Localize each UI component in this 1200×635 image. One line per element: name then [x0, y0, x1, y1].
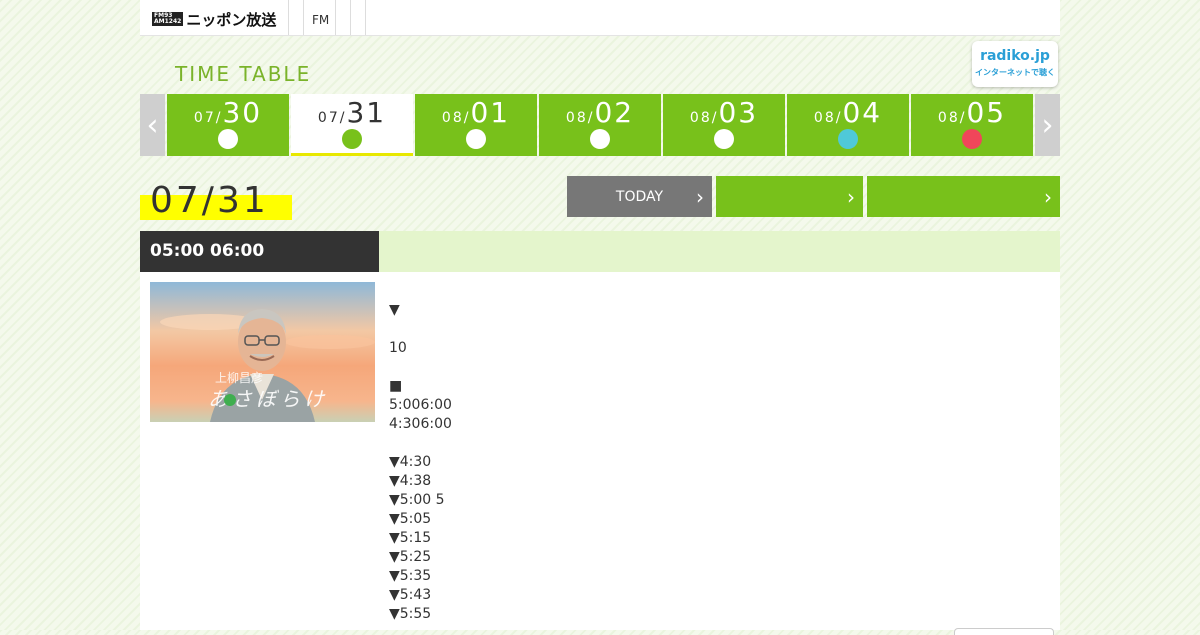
program-line: ▼5:00 5 [389, 492, 445, 508]
today-button[interactable]: TODAY › [567, 176, 712, 217]
chevron-right-icon: › [1044, 185, 1052, 209]
program-line: 4:306:00 [389, 416, 452, 432]
timetable-title: TIME TABLE [175, 62, 312, 86]
date-tab-month: 07/ [193, 110, 223, 126]
date-tab-month: 08/ [441, 110, 471, 126]
date-tab-month: 08/ [565, 110, 595, 126]
program-line: ▼5:55 [389, 606, 432, 622]
date-tab-0805[interactable]: 08/05 [911, 94, 1033, 156]
date-tab-0731[interactable]: 07/31 [291, 94, 413, 156]
program-line: ▼ [389, 302, 400, 318]
date-tab-0804[interactable]: 08/04 [787, 94, 909, 156]
nav-fm-link[interactable]: FM [312, 13, 329, 27]
radiko-subtext: インターネットで聴く [975, 68, 1055, 77]
program-line [389, 358, 1039, 377]
date-tab-dot [218, 129, 238, 149]
program-line: 10 [389, 340, 407, 356]
program-line: 5:006:00 [389, 397, 452, 413]
chevron-left-icon[interactable]: ‹ [140, 94, 165, 156]
program-detail: 上柳昌彦 あさぼらけ ▼ 10 ■ 5:006:00 4:306:00 ▼4:30 ▼4:… [140, 272, 1060, 630]
program-line: ▼5:43 [389, 587, 432, 603]
date-tab-dot [962, 129, 982, 149]
radiko-logo-text: radiko.jp [980, 48, 1050, 64]
date-tab-dot [342, 129, 362, 149]
logo-badge: FM93 AM1242 [152, 12, 184, 26]
program-line: ▼5:35 [389, 568, 432, 584]
program-line: ▼4:38 [389, 473, 432, 489]
radiko-button[interactable]: radiko.jp インターネットで聴く [972, 41, 1058, 87]
next-day-button[interactable]: › [867, 176, 1060, 217]
date-tab-dot [838, 129, 858, 149]
program-image-caption: 上柳昌彦 [215, 370, 263, 385]
date-tab-day: 03 [718, 96, 759, 129]
date-tab-month: 07/ [317, 110, 347, 126]
date-tab-dot [466, 129, 486, 149]
program-image-art: 上柳昌彦 あさぼらけ [150, 282, 375, 422]
prev-day-button[interactable]: › [716, 176, 863, 217]
date-tab-dot [590, 129, 610, 149]
program-line: ▼5:15 [389, 530, 432, 546]
date-tab-month: 08/ [937, 110, 967, 126]
program-line: ▼5:05 [389, 511, 432, 527]
date-tab-day: 05 [966, 96, 1007, 129]
program-line [389, 320, 1039, 339]
header-divider [303, 0, 304, 35]
date-tab-0802[interactable]: 08/02 [539, 94, 661, 156]
date-tab-day: 30 [222, 96, 263, 129]
chevron-right-icon[interactable]: › [1035, 94, 1060, 156]
date-tab-0803[interactable]: 08/03 [663, 94, 785, 156]
program-description: ▼ 10 ■ 5:006:00 4:306:00 ▼4:30 ▼4:38 ▼5:00 5 ▼5… [389, 272, 1039, 624]
header-divider [335, 0, 336, 35]
program-line: ■ [389, 378, 403, 394]
date-tab-dot [714, 129, 734, 149]
program-line: ▼5:25 [389, 549, 432, 565]
time-slot-label: 05:00 06:00 [140, 231, 379, 272]
page-top-button[interactable] [954, 628, 1054, 635]
program-line: ▼4:30 [389, 454, 432, 470]
logo-badge-line2: AM1242 [154, 18, 182, 25]
chevron-right-icon: › [847, 185, 855, 209]
current-date-text: 07/31 [150, 180, 269, 221]
time-slot-bar: 05:00 06:00 [140, 231, 1060, 272]
header-divider [350, 0, 351, 35]
date-tab-day: 04 [842, 96, 883, 129]
date-tab-month: 08/ [689, 110, 719, 126]
program-image[interactable]: 上柳昌彦 あさぼらけ [150, 282, 375, 422]
site-logo[interactable]: FM93 AM1242 ニッポン放送 [152, 10, 277, 29]
logo-text: ニッポン放送 [186, 10, 277, 29]
date-tab-month: 08/ [813, 110, 843, 126]
date-tab-day: 02 [594, 96, 635, 129]
date-tab-0730[interactable]: 07/30 [167, 94, 289, 156]
today-button-label: TODAY [615, 188, 664, 205]
program-line [389, 434, 1039, 453]
date-tab-day: 01 [470, 96, 511, 129]
chevron-right-icon: › [696, 185, 704, 209]
date-tab-day: 31 [346, 96, 387, 129]
site-header: FM93 AM1242 ニッポン放送 FM [140, 0, 1060, 36]
date-tab-0801[interactable]: 08/01 [415, 94, 537, 156]
header-divider [288, 0, 289, 35]
header-divider [365, 0, 366, 35]
